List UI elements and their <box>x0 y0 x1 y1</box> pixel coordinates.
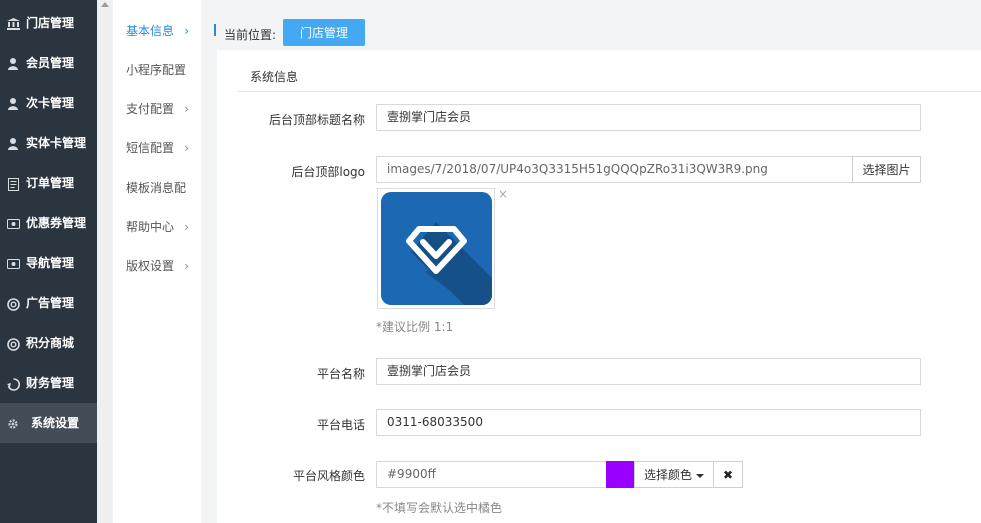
color-default-hint: *不填写会默认选中橘色 <box>376 501 503 515</box>
sidebar-scrollbar[interactable] <box>97 0 113 523</box>
choose-color-label: 选择颜色 <box>643 468 692 482</box>
subnav-item-label: 支付配置 <box>126 102 175 116</box>
user-icon <box>6 137 20 151</box>
user-icon <box>6 97 20 111</box>
subnav-item-label: 短信配置 <box>126 141 175 155</box>
subnav-item-template-message[interactable]: 模板消息配 <box>113 180 201 196</box>
document-icon <box>6 177 20 191</box>
platform-phone-input[interactable]: 0311-68033500 <box>376 409 921 436</box>
subnav-item-mini-program[interactable]: 小程序配置 <box>113 62 201 78</box>
platform-color-input[interactable]: #9900ff <box>376 461 607 488</box>
logo-preview <box>377 188 495 309</box>
lifebuoy-icon <box>6 337 20 351</box>
platform-name-input[interactable]: 壹捌掌门店会员 <box>376 358 921 385</box>
header-logo-label: 后台顶部logo <box>291 165 365 179</box>
sidebar-item-navigation[interactable]: 导航管理 <box>0 255 97 271</box>
subnav-item-label: 帮助中心 <box>126 220 175 234</box>
subnav-item-sms[interactable]: 短信配置 › <box>113 140 201 156</box>
subnav-item-payment[interactable]: 支付配置 › <box>113 101 201 117</box>
choose-color-button[interactable]: 选择颜色 <box>634 461 714 488</box>
ticket-icon <box>6 217 20 231</box>
header-title-label: 后台顶部标题名称 <box>268 113 365 127</box>
color-swatch <box>606 461 634 488</box>
lifebuoy-icon <box>6 297 20 311</box>
chevron-right-icon: › <box>184 141 189 155</box>
main-sidebar: 门店管理 会员管理 次卡管理 实体卡管理 订单管理 优惠券管理 导航管理 广告管… <box>0 0 97 523</box>
sidebar-item-punch-cards[interactable]: 次卡管理 <box>0 95 97 111</box>
platform-name-label: 平台名称 <box>316 367 365 381</box>
settings-subnav: 基本信息 › 小程序配置 支付配置 › 短信配置 › 模板消息配 帮助中心 › … <box>113 0 201 523</box>
chevron-right-icon: › <box>184 24 189 38</box>
clear-color-button[interactable]: ✖ <box>713 461 743 488</box>
bank-icon <box>6 17 20 31</box>
sidebar-item-points-mall[interactable]: 积分商城 <box>0 335 97 351</box>
sidebar-item-members[interactable]: 会员管理 <box>0 55 97 71</box>
caret-down-icon <box>696 473 704 478</box>
logo-ratio-hint: *建议比例 1:1 <box>376 320 454 334</box>
breadcrumb-marker <box>214 24 216 36</box>
section-title: 系统信息 <box>250 70 299 84</box>
system-info-panel: 系统信息 后台顶部标题名称 壹捌掌门店会员 后台顶部logo images/7/… <box>217 50 981 523</box>
header-title-input[interactable]: 壹捌掌门店会员 <box>376 104 921 131</box>
platform-phone-label: 平台电话 <box>316 418 365 432</box>
sidebar-item-system-settings[interactable]: 系统设置 <box>0 403 97 443</box>
breadcrumb-current-button[interactable]: 门店管理 <box>283 19 365 46</box>
breadcrumb: 当前位置: 门店管理 <box>202 10 981 50</box>
breadcrumb-label: 当前位置: <box>224 28 277 42</box>
platform-color-label: 平台风格颜色 <box>292 469 365 483</box>
sidebar-item-orders[interactable]: 订单管理 <box>0 175 97 191</box>
subnav-item-label: 基本信息 <box>126 24 175 38</box>
ticket-icon <box>6 257 20 271</box>
sidebar-item-coupons[interactable]: 优惠券管理 <box>0 215 97 232</box>
subnav-item-help-center[interactable]: 帮助中心 › <box>113 219 201 235</box>
remove-logo-button[interactable]: × <box>498 187 508 201</box>
section-divider <box>237 91 981 92</box>
sidebar-item-finance[interactable]: 财务管理 <box>0 375 97 391</box>
sidebar-item-physical-cards[interactable]: 实体卡管理 <box>0 135 97 152</box>
sidebar-item-stores[interactable]: 门店管理 <box>0 15 97 31</box>
scroll-up-icon[interactable] <box>101 2 109 7</box>
chevron-right-icon: › <box>184 220 189 234</box>
diamond-logo-icon <box>381 192 492 305</box>
user-icon <box>6 57 20 71</box>
subnav-item-label: 版权设置 <box>126 259 175 273</box>
chevron-right-icon: › <box>184 102 189 116</box>
subnav-item-label: 小程序配置 <box>126 63 187 77</box>
subnav-item-copyright[interactable]: 版权设置 › <box>113 258 201 274</box>
recycle-icon <box>6 377 20 391</box>
gear-icon <box>6 417 20 431</box>
subnav-item-label: 模板消息配 <box>126 181 187 195</box>
header-logo-path-input[interactable]: images/7/2018/07/UP4o3Q3315H51gQQQpZRo31… <box>376 156 853 183</box>
subnav-item-basic-info[interactable]: 基本信息 › <box>113 23 201 39</box>
chevron-right-icon: › <box>184 259 189 273</box>
choose-image-button[interactable]: 选择图片 <box>852 156 921 183</box>
sidebar-item-ads[interactable]: 广告管理 <box>0 295 97 311</box>
